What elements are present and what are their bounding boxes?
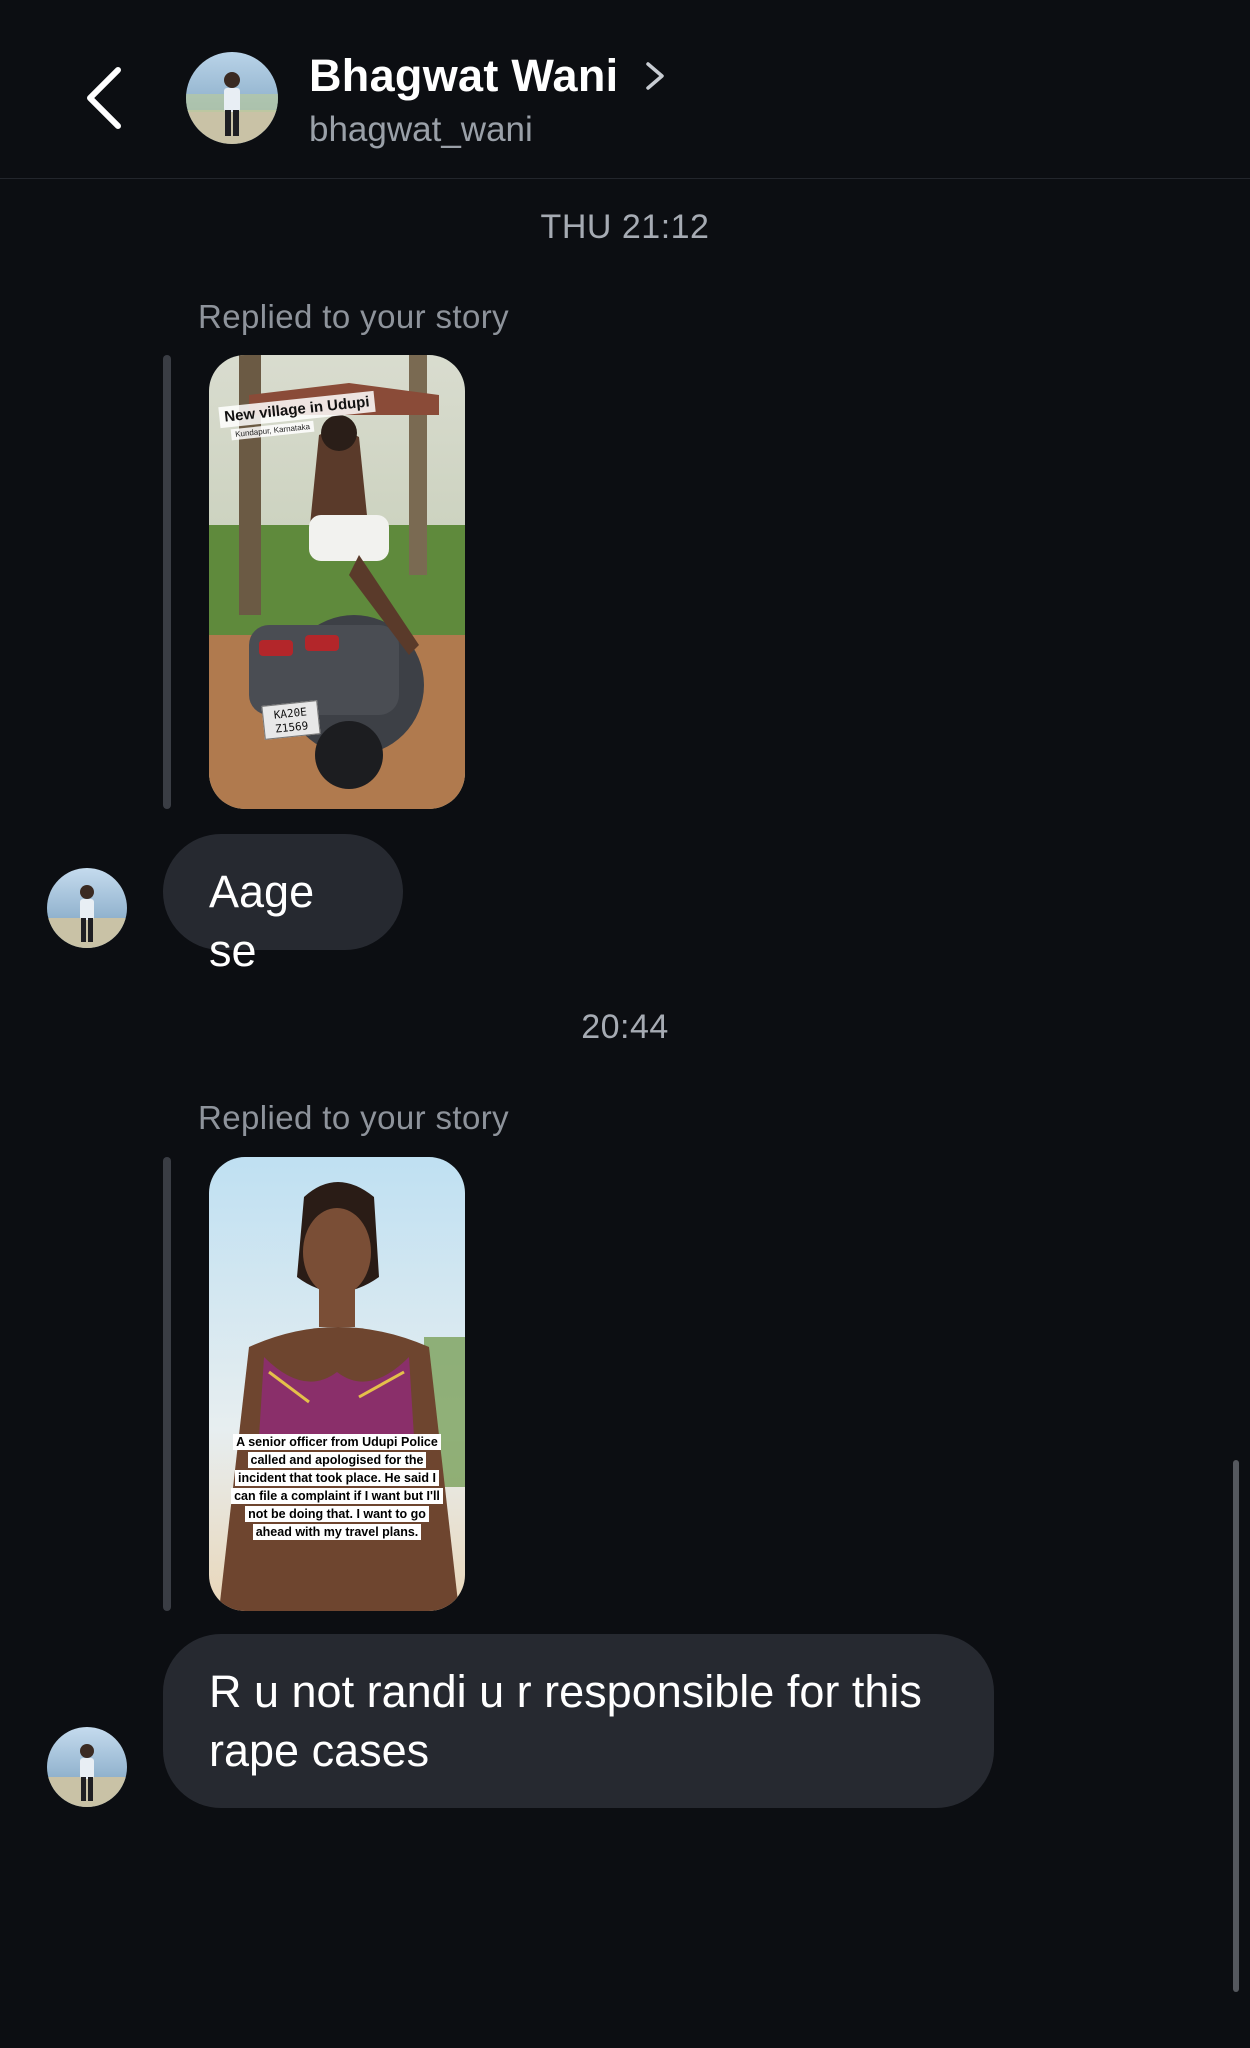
message-timestamp: 20:44 xyxy=(581,1008,669,1046)
license-plate: KA20E Z1569 xyxy=(261,700,321,740)
story-sticker-text: A senior officer from Udupi Police calle… xyxy=(231,1433,443,1541)
chat-header: Bhagwat Wani bhagwat_wani xyxy=(0,0,1250,179)
avatar-photo xyxy=(186,72,278,144)
avatar-photo xyxy=(47,1744,127,1807)
chevron-left-icon xyxy=(87,67,121,129)
sender-avatar[interactable] xyxy=(47,868,127,948)
chevron-right-icon[interactable] xyxy=(640,56,670,96)
contact-name[interactable]: Bhagwat Wani xyxy=(309,50,618,102)
message-timestamp: THU 21:12 xyxy=(540,208,710,246)
message-bubble[interactable]: Aage se xyxy=(163,834,403,976)
reply-quote-bar xyxy=(163,1157,171,1611)
story-thumbnail[interactable]: A senior officer from Udupi Police calle… xyxy=(209,1157,465,1611)
avatar-photo xyxy=(47,885,127,948)
contact-username: bhagwat_wani xyxy=(309,110,533,149)
sticker-text-content: A senior officer from Udupi Police calle… xyxy=(231,1434,443,1540)
contact-avatar[interactable] xyxy=(186,52,278,144)
story-reply-label: Replied to your story xyxy=(198,1099,510,1136)
message-bubble[interactable]: R u not randi u r responsible for this r… xyxy=(163,1634,994,1808)
story-thumbnail[interactable]: New village in Udupi Kundapur, Karnataka… xyxy=(209,355,465,809)
scrollbar[interactable] xyxy=(1233,1460,1239,1992)
back-button[interactable] xyxy=(78,58,148,138)
story-image xyxy=(209,1157,465,1611)
reply-quote-bar xyxy=(163,355,171,809)
story-reply-label: Replied to your story xyxy=(198,298,510,335)
sender-avatar[interactable] xyxy=(47,1727,127,1807)
